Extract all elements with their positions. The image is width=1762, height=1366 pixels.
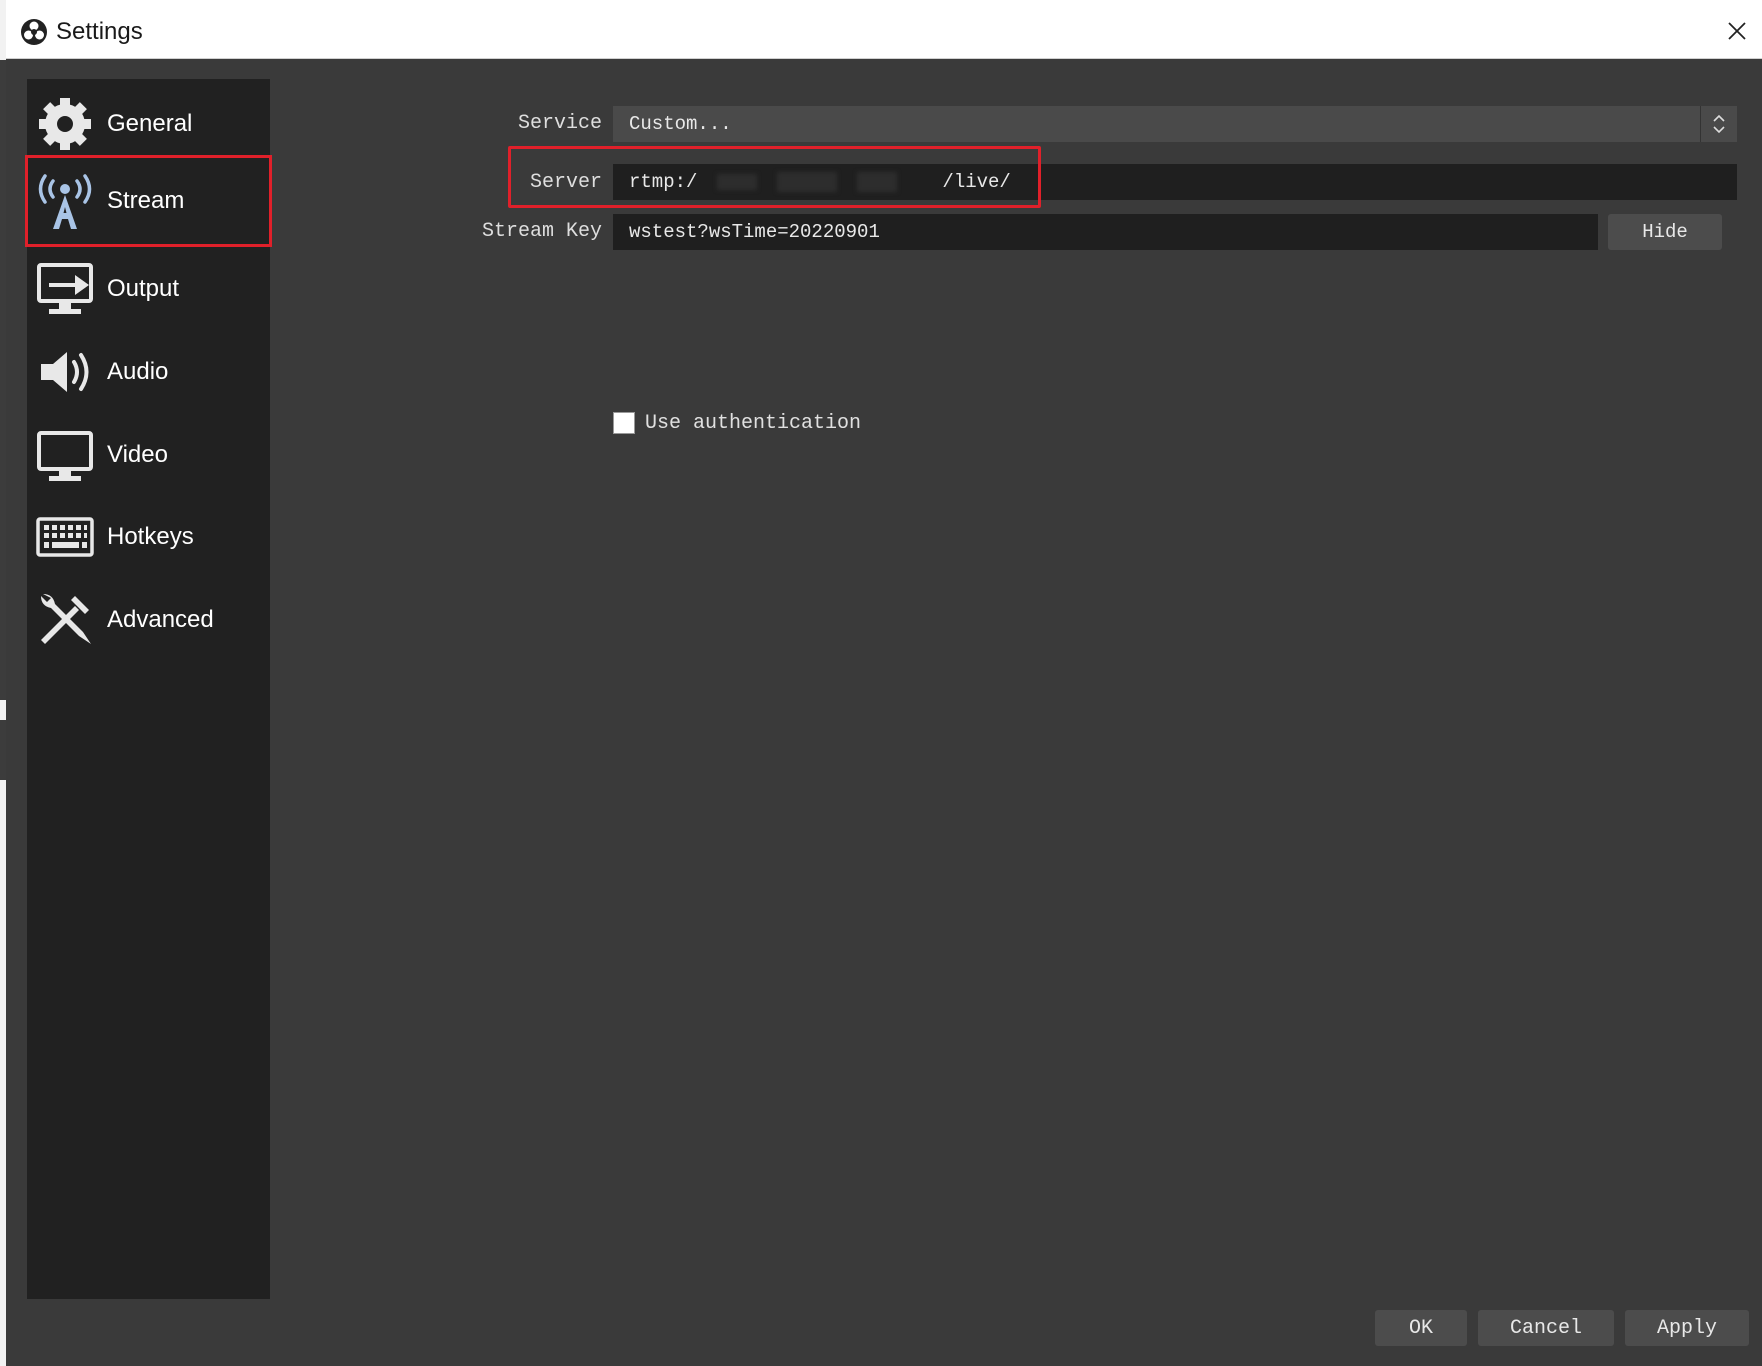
title-bar: Settings bbox=[6, 4, 1762, 59]
sidebar-item-label: Stream bbox=[107, 187, 185, 214]
tools-icon bbox=[41, 594, 91, 644]
keyboard-icon bbox=[36, 517, 94, 557]
broadcast-antenna-icon bbox=[38, 174, 92, 229]
sidebar-item-audio[interactable]: Audio bbox=[27, 332, 270, 412]
sidebar-item-label: General bbox=[107, 110, 193, 137]
close-button[interactable] bbox=[1720, 14, 1754, 48]
server-value-prefix: rtmp:/ bbox=[629, 171, 698, 193]
sidebar-item-label: Audio bbox=[107, 358, 169, 385]
service-value: Custom... bbox=[629, 113, 732, 135]
speaker-icon bbox=[41, 352, 89, 392]
redacted-server-host bbox=[697, 170, 942, 194]
sidebar-item-video[interactable]: Video bbox=[27, 415, 270, 495]
settings-sidebar: General Stream Output Audio Video Hotkey… bbox=[25, 79, 272, 1299]
server-input[interactable]: rtmp:/ /live/ bbox=[613, 164, 1737, 200]
close-icon bbox=[1728, 22, 1746, 40]
cancel-button[interactable]: Cancel bbox=[1478, 1310, 1614, 1346]
server-label: Server bbox=[529, 171, 602, 194]
apply-button[interactable]: Apply bbox=[1625, 1310, 1749, 1346]
monitor-icon bbox=[37, 431, 93, 481]
service-label: Service bbox=[517, 112, 602, 135]
server-value-suffix: /live/ bbox=[942, 171, 1011, 193]
stream-key-value: wstest?wsTime=20220901 bbox=[629, 221, 880, 243]
settings-window: Settings General Stream Output Audio Vid… bbox=[6, 4, 1762, 1366]
use-authentication-checkbox[interactable] bbox=[613, 412, 635, 434]
sidebar-item-hotkeys[interactable]: Hotkeys bbox=[27, 497, 270, 577]
sidebar-item-general[interactable]: General bbox=[27, 84, 270, 164]
use-authentication-label[interactable]: Use authentication bbox=[645, 412, 861, 435]
sidebar-item-label: Output bbox=[107, 275, 180, 302]
hide-key-button[interactable]: Hide bbox=[1608, 214, 1722, 250]
sidebar-item-label: Hotkeys bbox=[107, 523, 194, 550]
stream-key-input[interactable]: wstest?wsTime=20220901 bbox=[613, 214, 1598, 250]
output-monitor-icon bbox=[37, 263, 93, 314]
service-select[interactable]: Custom... bbox=[613, 106, 1737, 142]
sidebar-item-label: Advanced bbox=[107, 606, 214, 633]
chevron-up-down-icon bbox=[1713, 114, 1725, 134]
sidebar-item-stream[interactable]: Stream bbox=[25, 155, 272, 247]
sidebar-item-output[interactable]: Output bbox=[27, 249, 270, 329]
window-title: Settings bbox=[56, 18, 143, 45]
obs-logo-icon bbox=[21, 19, 47, 45]
ok-button[interactable]: OK bbox=[1375, 1310, 1467, 1346]
select-spinner[interactable] bbox=[1700, 106, 1737, 142]
sidebar-item-advanced[interactable]: Advanced bbox=[27, 580, 270, 660]
gear-icon bbox=[39, 98, 91, 150]
sidebar-item-label: Video bbox=[107, 441, 168, 468]
stream-key-label: Stream Key bbox=[481, 220, 602, 243]
